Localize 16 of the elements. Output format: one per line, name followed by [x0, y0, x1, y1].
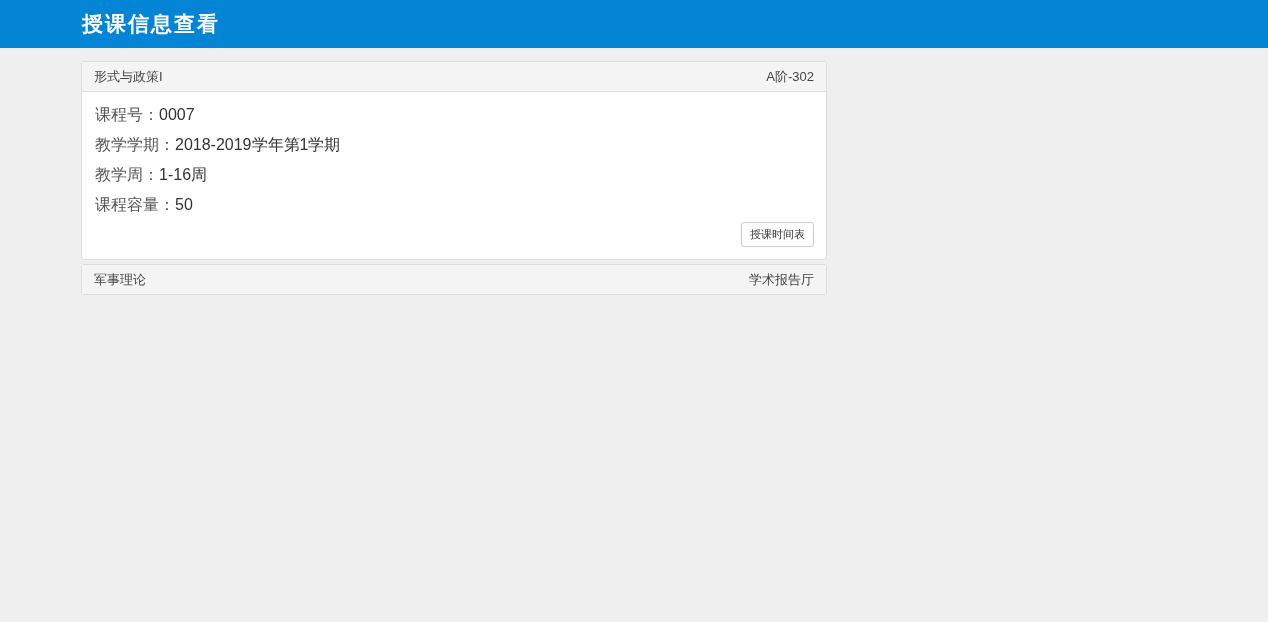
field-label: 课程号：	[95, 106, 159, 123]
field-label: 教学学期：	[95, 136, 175, 153]
classroom: A阶-302	[766, 67, 814, 86]
classroom: 学术报告厅	[749, 270, 814, 289]
course-name: 形式与政策I	[94, 67, 163, 86]
field-value: 2018-2019学年第1学期	[175, 136, 341, 153]
course-panel-header[interactable]: 军事理论 学术报告厅	[82, 265, 826, 294]
field-value: 1-16周	[159, 166, 208, 183]
field-value: 0007	[159, 106, 195, 123]
schedule-button[interactable]: 授课时间表	[741, 222, 814, 247]
course-panel-header[interactable]: 形式与政策I A阶-302	[82, 62, 826, 92]
field-label: 教学周：	[95, 166, 159, 183]
field-label: 课程容量：	[95, 196, 175, 213]
page-title: 授课信息查看	[82, 11, 220, 37]
course-name: 军事理论	[94, 270, 146, 289]
field-value: 50	[175, 196, 193, 213]
